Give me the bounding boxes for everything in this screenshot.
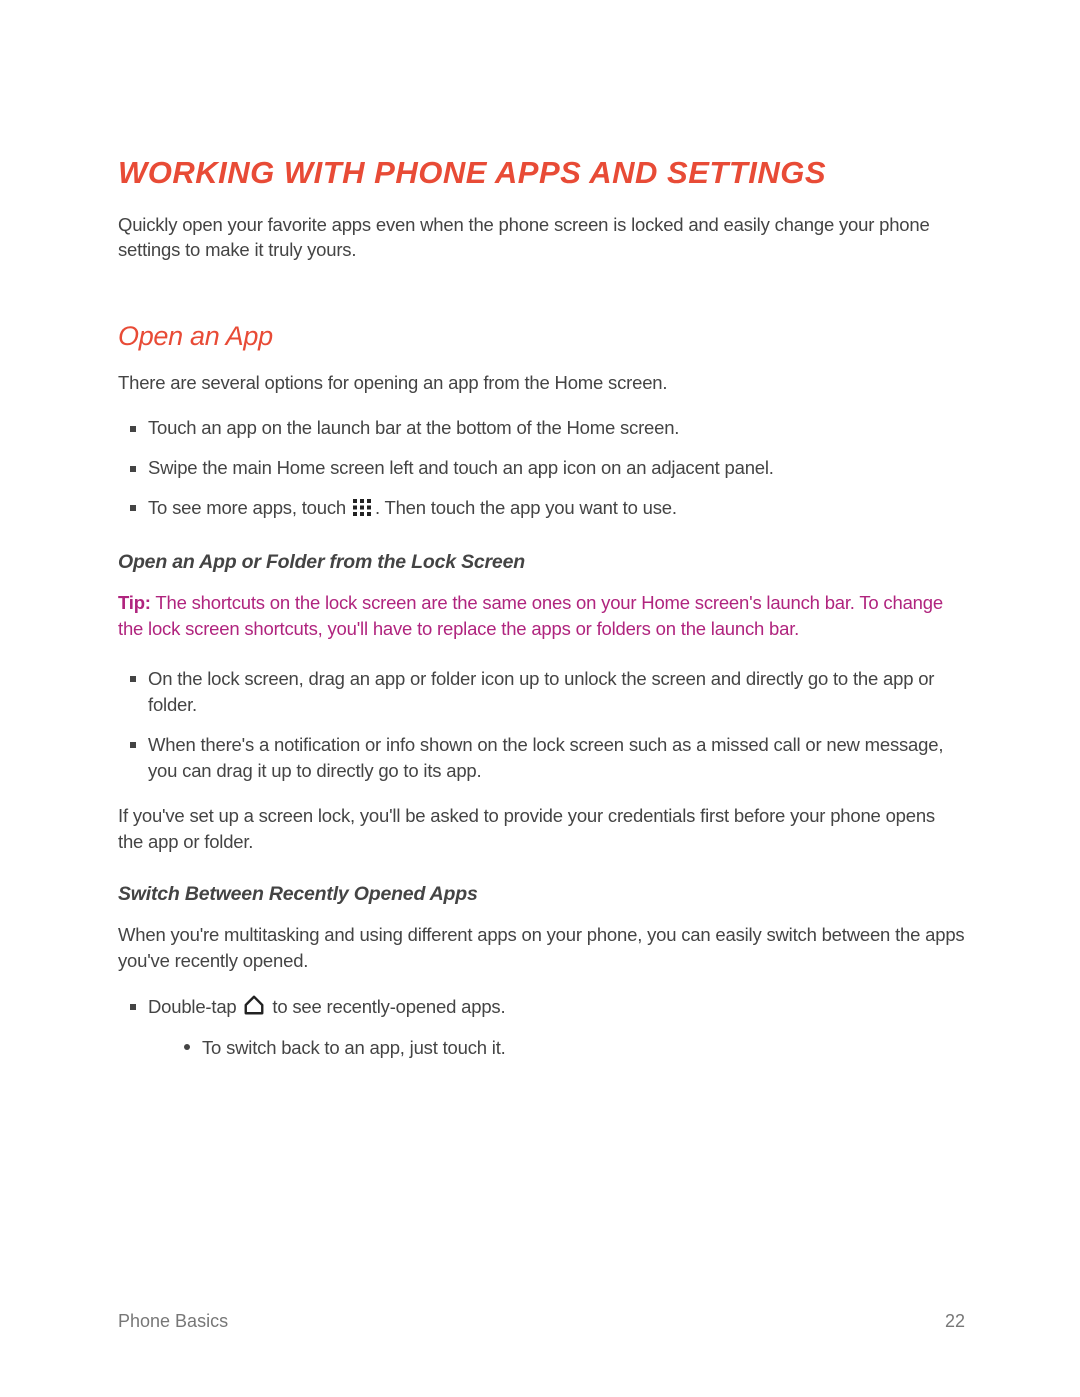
list-item: When there's a notification or info show… <box>148 732 965 784</box>
sub-bullet-list: To switch back to an app, just touch it. <box>148 1035 965 1061</box>
page-title: WORKING WITH PHONE APPS AND SETTINGS <box>118 155 965 191</box>
list-item: Double-tap to see recently-opened apps. … <box>148 994 965 1061</box>
bullet-list: On the lock screen, drag an app or folde… <box>118 666 965 784</box>
footer-section-name: Phone Basics <box>118 1311 228 1332</box>
body-paragraph: If you've set up a screen lock, you'll b… <box>118 803 965 855</box>
list-item: Swipe the main Home screen left and touc… <box>148 455 965 481</box>
document-page: WORKING WITH PHONE APPS AND SETTINGS Qui… <box>0 0 1080 1061</box>
subsection-heading-recent-apps: Switch Between Recently Opened Apps <box>118 883 965 906</box>
page-footer: Phone Basics 22 <box>118 1311 965 1332</box>
list-item: To see more apps, touch . Then touch the… <box>148 495 965 523</box>
bullet-list: Double-tap to see recently-opened apps. … <box>118 994 965 1061</box>
bullet-list: Touch an app on the launch bar at the bo… <box>118 415 965 523</box>
tip-label: Tip: <box>118 592 151 613</box>
footer-page-number: 22 <box>945 1311 965 1332</box>
list-text: to see recently-opened apps. <box>267 996 505 1017</box>
section-heading-open-app: Open an App <box>118 321 965 352</box>
apps-grid-icon <box>353 497 372 523</box>
list-item: To switch back to an app, just touch it. <box>202 1035 965 1061</box>
list-text: . Then touch the app you want to use. <box>375 497 677 518</box>
list-text: Double-tap <box>148 996 241 1017</box>
tip-body: The shortcuts on the lock screen are the… <box>118 592 943 639</box>
intro-paragraph: Quickly open your favorite apps even whe… <box>118 213 965 263</box>
body-paragraph: When you're multitasking and using diffe… <box>118 922 965 974</box>
tip-paragraph: Tip: The shortcuts on the lock screen ar… <box>118 590 965 642</box>
section-lead: There are several options for opening an… <box>118 370 965 396</box>
list-item: On the lock screen, drag an app or folde… <box>148 666 965 718</box>
subsection-heading-lock-screen: Open an App or Folder from the Lock Scre… <box>118 551 965 574</box>
list-item: Touch an app on the launch bar at the bo… <box>148 415 965 441</box>
home-icon <box>243 994 265 1023</box>
list-text: To see more apps, touch <box>148 497 351 518</box>
